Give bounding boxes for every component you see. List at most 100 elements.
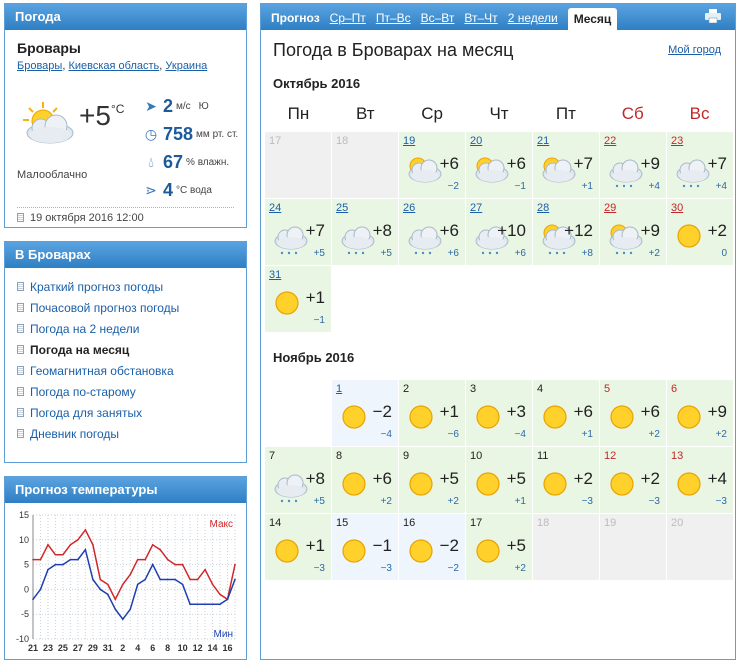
tab-item[interactable]: Вс–Вт bbox=[421, 6, 455, 30]
calendar-day[interactable]: 31 +1 −1 bbox=[265, 266, 331, 332]
day-number[interactable]: 22 bbox=[604, 135, 616, 147]
series-point bbox=[77, 558, 79, 561]
water-temp-row: ⋗ 4 °C вода bbox=[143, 176, 238, 204]
calendar-day[interactable]: 5 +6 +2 bbox=[600, 380, 666, 446]
day-min-temp: +2 bbox=[648, 429, 660, 440]
partly-cloudy-icon bbox=[471, 154, 511, 193]
calendar-day[interactable]: 29 +9 +2 bbox=[600, 199, 666, 265]
calendar-day[interactable]: 7 +8 +5 bbox=[265, 447, 331, 513]
day-number[interactable]: 31 bbox=[269, 269, 281, 281]
my-city-link[interactable]: Мой город bbox=[668, 44, 721, 56]
breadcrumb-city[interactable]: Бровары bbox=[17, 60, 62, 72]
menu-item[interactable]: Геомагнитная обстановка bbox=[17, 360, 246, 381]
tab-item[interactable]: Пт–Вс bbox=[376, 6, 411, 30]
day-max-temp: +6 bbox=[640, 402, 660, 421]
weekday-label: Ср bbox=[421, 104, 444, 123]
series-point bbox=[181, 563, 184, 566]
tab-item[interactable]: Вт–Чт bbox=[464, 6, 497, 30]
day-number: 4 bbox=[537, 383, 544, 395]
calendar-day[interactable]: 17 +5 +2 bbox=[466, 514, 532, 580]
tab-forecast[interactable]: Прогноз bbox=[271, 6, 320, 30]
tab-item[interactable]: Ср–Пт bbox=[330, 6, 366, 30]
day-number: 5 bbox=[604, 383, 611, 395]
day-min-temp: +2 bbox=[715, 429, 727, 440]
series-point bbox=[174, 563, 176, 566]
calendar-day[interactable]: 24 +7 +5 bbox=[265, 199, 331, 265]
menu-item-label: Погода на 2 недели bbox=[30, 321, 140, 336]
menu-item[interactable]: Почасовой прогноз погоды bbox=[17, 297, 246, 318]
print-icon[interactable] bbox=[705, 9, 721, 23]
sun-icon bbox=[672, 402, 712, 441]
series-point bbox=[234, 578, 236, 581]
weekday-label: Сб bbox=[621, 104, 644, 123]
calendar-day[interactable]: 8 +6 +2 bbox=[332, 447, 398, 513]
calendar-day[interactable]: 4 +6 +1 bbox=[533, 380, 599, 446]
calendar-day[interactable]: 21 +7 +1 bbox=[533, 132, 599, 198]
menu-item[interactable]: Дневник погоды bbox=[17, 423, 246, 444]
weekday-label: Пт bbox=[555, 104, 576, 123]
day-number[interactable]: 24 bbox=[269, 202, 281, 214]
calendar-day[interactable]: 6 +9 +2 bbox=[667, 380, 733, 446]
day-number[interactable]: 25 bbox=[336, 202, 348, 214]
menu-item[interactable]: Погода на месяц bbox=[17, 339, 246, 360]
menu-item[interactable]: Погода на 2 недели bbox=[17, 318, 246, 339]
sun-icon bbox=[404, 469, 444, 508]
calendar-day[interactable]: 11 +2 −3 bbox=[533, 447, 599, 513]
calendar-day[interactable]: 20 +6 −1 bbox=[466, 132, 532, 198]
day-max-temp: +7 bbox=[707, 154, 727, 173]
day-number[interactable]: 20 bbox=[470, 135, 482, 147]
calendar-day[interactable]: 12 +2 −3 bbox=[600, 447, 666, 513]
document-icon bbox=[17, 387, 24, 396]
calendar-day[interactable]: 14 +1 −3 bbox=[265, 514, 331, 580]
document-icon bbox=[17, 345, 24, 354]
day-max-temp: −2 bbox=[439, 536, 459, 555]
day-number[interactable]: 30 bbox=[671, 202, 683, 214]
day-number[interactable]: 27 bbox=[470, 202, 482, 214]
day-min-temp: −1 bbox=[313, 315, 325, 326]
calendar-day[interactable]: 2 +1 −6 bbox=[399, 380, 465, 446]
day-number[interactable]: 26 bbox=[403, 202, 415, 214]
calendar-day[interactable]: 26 +6 +6 bbox=[399, 199, 465, 265]
breadcrumb-region[interactable]: Киевская область bbox=[68, 60, 159, 72]
series-point bbox=[151, 563, 154, 566]
calendar-day[interactable]: 30 +2 0 bbox=[667, 199, 733, 265]
menu-item[interactable]: Погода для занятых bbox=[17, 402, 246, 423]
day-number[interactable]: 29 bbox=[604, 202, 616, 214]
wind-arrow-icon: ➤ bbox=[145, 97, 157, 114]
day-max-temp: +9 bbox=[640, 154, 660, 173]
menu-item[interactable]: Погода по-старому bbox=[17, 381, 246, 402]
day-number[interactable]: 23 bbox=[671, 135, 683, 147]
day-max-temp: +6 bbox=[573, 402, 593, 421]
breadcrumb-country[interactable]: Украина bbox=[165, 60, 207, 72]
month-title-november: Ноябрь 2016 bbox=[273, 350, 355, 365]
calendar-day[interactable]: 22 +9 +4 bbox=[600, 132, 666, 198]
calendar-day[interactable]: 19 +6 −2 bbox=[399, 132, 465, 198]
day-min-temp: −3 bbox=[715, 496, 727, 507]
calendar-day[interactable]: 1 −2 −4 bbox=[332, 380, 398, 446]
calendar-day[interactable]: 10 +5 +1 bbox=[466, 447, 532, 513]
day-number[interactable]: 28 bbox=[537, 202, 549, 214]
series-point bbox=[99, 588, 102, 591]
day-min-temp: +4 bbox=[715, 181, 727, 192]
sun-icon bbox=[337, 536, 377, 575]
calendar-day[interactable]: 25 +8 +5 bbox=[332, 199, 398, 265]
day-min-temp: +5 bbox=[313, 496, 325, 507]
day-number[interactable]: 19 bbox=[403, 135, 415, 147]
day-max-temp: +12 bbox=[564, 221, 593, 240]
day-number[interactable]: 1 bbox=[336, 383, 342, 395]
day-min-temp: −4 bbox=[514, 429, 526, 440]
menu-item[interactable]: Краткий прогноз погоды bbox=[17, 276, 246, 297]
calendar-day[interactable]: 23 +7 +4 bbox=[667, 132, 733, 198]
day-number[interactable]: 21 bbox=[537, 135, 549, 147]
calendar-day[interactable]: 9 +5 +2 bbox=[399, 447, 465, 513]
calendar-day[interactable]: 3 +3 −4 bbox=[466, 380, 532, 446]
calendar-day[interactable]: 15 −1 −3 bbox=[332, 514, 398, 580]
tab-item[interactable]: Месяц bbox=[567, 8, 618, 30]
calendar-day[interactable]: 28 +12 +8 bbox=[533, 199, 599, 265]
calendar-day[interactable]: 27 +10 +6 bbox=[466, 199, 532, 265]
tab-item[interactable]: 2 недели bbox=[508, 6, 558, 30]
calendar-day[interactable]: 16 −2 −2 bbox=[399, 514, 465, 580]
calendar-october: 17 18 19 +6 −2 20 +6 −1 21 +7 +1 22 +9 +4 23 +7 +4 24 +7 +5… bbox=[265, 132, 733, 332]
series-point bbox=[196, 578, 199, 581]
calendar-day[interactable]: 13 +4 −3 bbox=[667, 447, 733, 513]
